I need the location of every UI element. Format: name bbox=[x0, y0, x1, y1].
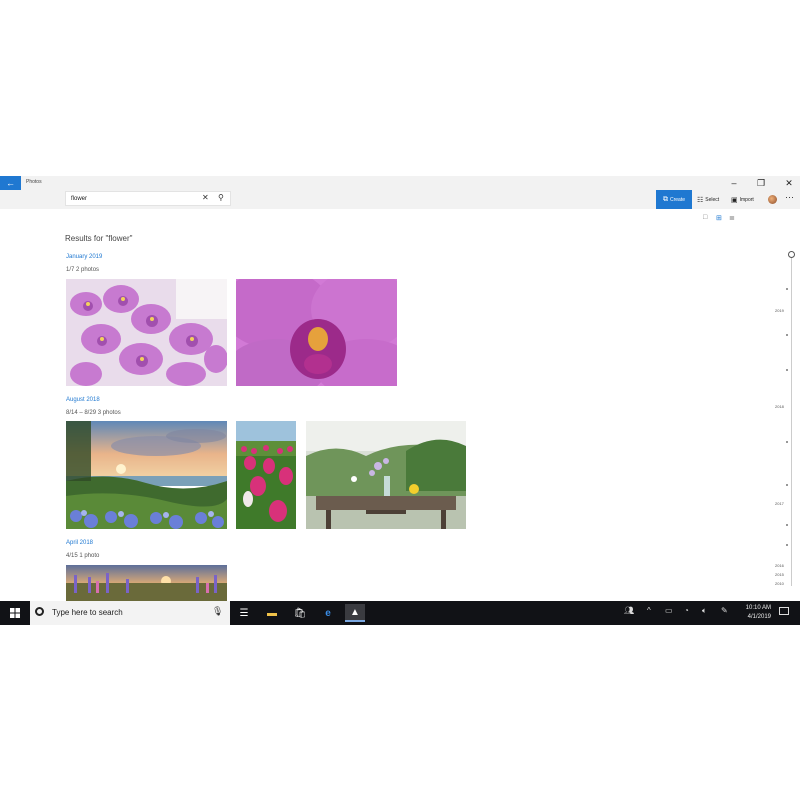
people-icon[interactable]: 👥︎ bbox=[624, 606, 634, 615]
timeline-track[interactable] bbox=[791, 256, 792, 586]
pen-icon[interactable]: ✎ bbox=[721, 606, 728, 615]
lupine-field-photo bbox=[66, 565, 227, 601]
import-icon: ▣ bbox=[731, 196, 738, 204]
create-label: Create bbox=[669, 196, 685, 203]
search-value: flower bbox=[71, 196, 88, 202]
select-button[interactable]: ☷ Select bbox=[697, 190, 719, 209]
landscape-photo bbox=[66, 421, 227, 529]
orchid-closeup-photo bbox=[236, 279, 397, 386]
title-bar: ← Photos – ❐ ✕ bbox=[0, 176, 800, 190]
timeline-year[interactable]: 2010 bbox=[775, 581, 784, 586]
arrow-left-icon: ← bbox=[6, 178, 15, 188]
small-view-icon[interactable]: □ bbox=[703, 214, 707, 221]
cortana-icon[interactable] bbox=[35, 607, 44, 616]
back-button[interactable]: ← bbox=[0, 176, 21, 190]
clear-search-icon[interactable]: ✕ bbox=[202, 193, 209, 202]
volume-icon[interactable]: 🔈︎ bbox=[702, 606, 707, 616]
edge-browser-icon[interactable]: e bbox=[318, 604, 338, 622]
close-button[interactable]: ✕ bbox=[781, 177, 797, 189]
grid-view-icon[interactable]: ⊞ bbox=[716, 214, 722, 222]
photo-thumbnail[interactable] bbox=[66, 421, 227, 529]
avatar[interactable] bbox=[768, 195, 777, 204]
store-icon[interactable]: 🛍︎ bbox=[290, 604, 310, 622]
timeline-tick bbox=[786, 484, 788, 486]
group-month[interactable]: January 2019 bbox=[66, 254, 102, 260]
file-explorer-icon[interactable]: ▬ bbox=[262, 604, 282, 622]
photo-thumbnail[interactable] bbox=[236, 421, 296, 529]
minimize-button[interactable]: – bbox=[726, 177, 742, 189]
timeline-year[interactable]: 2019 bbox=[775, 308, 784, 313]
group-range: 1/7 2 photos bbox=[66, 267, 100, 273]
search-icon[interactable]: ⚲ bbox=[218, 193, 224, 202]
app-title: Photos bbox=[26, 179, 42, 185]
create-button[interactable]: ⧉ Create bbox=[656, 190, 692, 209]
timeline-tick bbox=[786, 441, 788, 443]
timeline-tick bbox=[786, 544, 788, 546]
clock-date: 4/1/2019 bbox=[747, 614, 771, 620]
group-month[interactable]: August 2018 bbox=[66, 397, 100, 403]
timeline-year[interactable]: 2018 bbox=[775, 404, 784, 409]
battery-icon[interactable]: ▭ bbox=[665, 606, 673, 615]
timeline-tick bbox=[786, 369, 788, 371]
group-range: 8/14 – 8/29 3 photos bbox=[66, 410, 121, 416]
select-icon: ☷ bbox=[697, 196, 704, 204]
taskbar-search-box[interactable]: Type here to search 🎙︎ bbox=[30, 601, 230, 625]
photos-window: ← Photos – ❐ ✕ flower ✕ ⚲ ⧉ Create ☷ Sel… bbox=[0, 176, 800, 625]
photo-thumbnail[interactable] bbox=[66, 279, 227, 386]
more-options-icon[interactable]: ⋯ bbox=[785, 192, 794, 203]
toolbar: flower ✕ ⚲ ⧉ Create ☷ Select ▣ Import ⋯ bbox=[0, 190, 800, 209]
wifi-icon[interactable]: ◔ bbox=[684, 606, 689, 615]
task-view-icon[interactable]: ☰ bbox=[234, 604, 254, 622]
restore-button[interactable]: ❐ bbox=[753, 177, 769, 189]
timeline-year[interactable]: 2017 bbox=[775, 501, 784, 506]
show-hidden-icons-icon[interactable]: ^ bbox=[647, 606, 651, 615]
microphone-icon[interactable]: 🎙︎ bbox=[212, 606, 223, 617]
windows-logo-icon bbox=[10, 608, 20, 618]
photo-thumbnail[interactable] bbox=[236, 279, 397, 386]
timeline-handle[interactable] bbox=[788, 251, 795, 258]
garden-table-photo bbox=[306, 421, 466, 529]
import-label: Import bbox=[739, 196, 754, 203]
tulips-photo bbox=[236, 421, 296, 529]
orchid-cluster-photo bbox=[66, 279, 227, 386]
photos-app-icon[interactable]: ▲ bbox=[345, 604, 365, 622]
taskbar: Type here to search 🎙︎ ☰ ▬ 🛍︎ e ▲ 👥︎ ^ ▭… bbox=[0, 601, 800, 625]
results-title: Results for "flower" bbox=[65, 234, 133, 243]
clock[interactable]: 10:10 AM 4/1/2019 bbox=[741, 604, 771, 622]
photo-thumbnail[interactable] bbox=[66, 565, 227, 601]
group-month[interactable]: April 2018 bbox=[66, 540, 93, 546]
start-button[interactable] bbox=[0, 601, 30, 625]
action-center-icon[interactable] bbox=[779, 607, 789, 615]
list-view-icon[interactable]: ≣ bbox=[729, 214, 735, 222]
photo-thumbnail[interactable] bbox=[306, 421, 466, 529]
select-label: Select bbox=[705, 196, 720, 203]
clock-time: 10:10 AM bbox=[745, 605, 771, 611]
timeline-tick bbox=[786, 334, 788, 336]
timeline-year[interactable]: 2015 bbox=[775, 572, 784, 577]
timeline-tick bbox=[786, 524, 788, 526]
create-icon: ⧉ bbox=[662, 195, 668, 203]
group-range: 4/15 1 photo bbox=[66, 553, 100, 559]
timeline-year[interactable]: 2016 bbox=[775, 563, 784, 568]
timeline-tick bbox=[786, 288, 788, 290]
import-button[interactable]: ▣ Import bbox=[731, 190, 754, 209]
taskbar-search-placeholder: Type here to search bbox=[52, 608, 123, 617]
search-input[interactable]: flower ✕ ⚲ bbox=[65, 191, 231, 206]
